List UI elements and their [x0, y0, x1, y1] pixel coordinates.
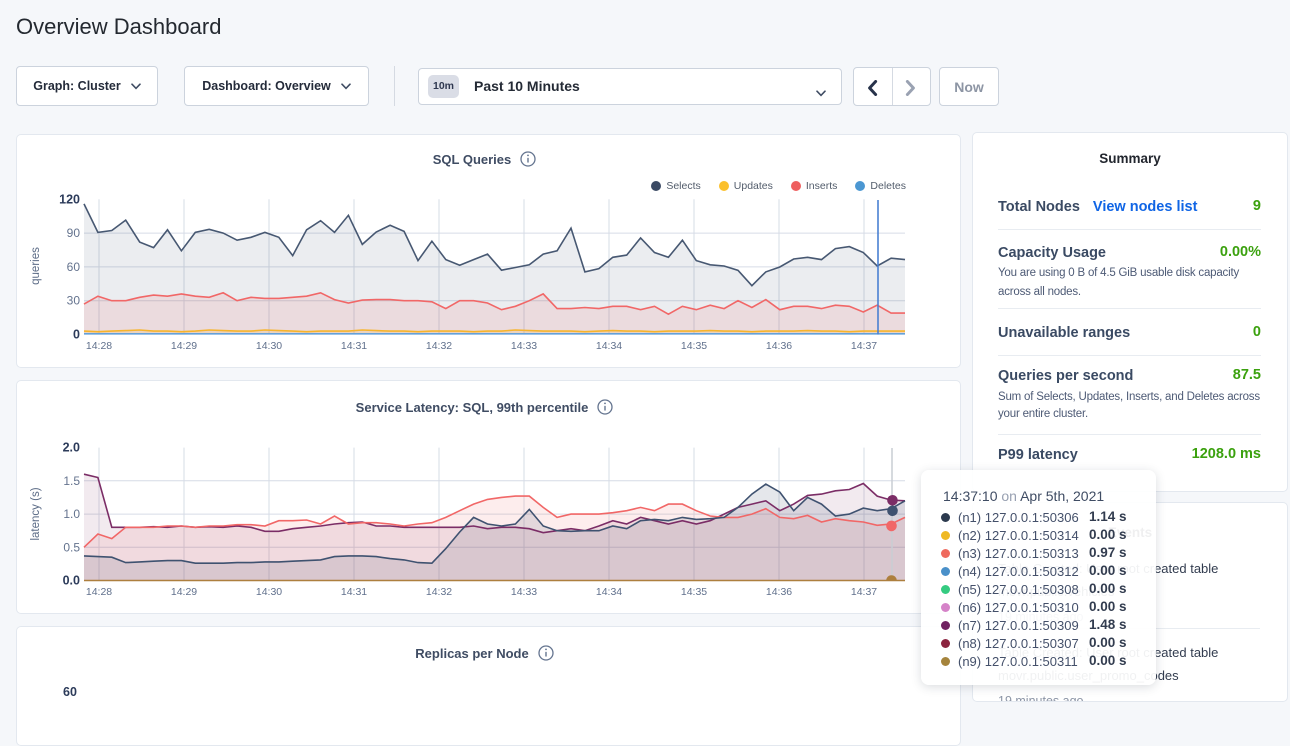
svg-text:14:35: 14:35 — [681, 340, 707, 352]
svg-text:30: 30 — [67, 294, 81, 308]
svg-text:2.0: 2.0 — [63, 441, 80, 455]
svg-text:14:30: 14:30 — [256, 340, 282, 352]
svg-text:queries: queries — [30, 247, 42, 285]
svg-text:14:33: 14:33 — [511, 586, 537, 598]
svg-text:60: 60 — [67, 260, 81, 274]
svg-text:14:36: 14:36 — [766, 586, 792, 598]
svg-text:14:37: 14:37 — [851, 340, 877, 352]
svg-text:14:34: 14:34 — [596, 340, 622, 352]
svg-text:14:33: 14:33 — [511, 340, 537, 352]
svg-text:1.0: 1.0 — [63, 507, 80, 521]
svg-text:14:35: 14:35 — [681, 586, 707, 598]
svg-text:14:30: 14:30 — [256, 586, 282, 598]
svg-text:14:29: 14:29 — [171, 340, 197, 352]
svg-text:90: 90 — [67, 226, 81, 240]
svg-text:0: 0 — [73, 328, 80, 342]
svg-text:14:31: 14:31 — [341, 586, 367, 598]
svg-text:0.5: 0.5 — [63, 540, 80, 554]
svg-text:14:29: 14:29 — [171, 586, 197, 598]
svg-text:14:28: 14:28 — [86, 340, 112, 352]
svg-text:120: 120 — [59, 192, 80, 206]
svg-text:0.0: 0.0 — [63, 574, 80, 588]
svg-text:14:28: 14:28 — [86, 586, 112, 598]
svg-text:14:37: 14:37 — [851, 586, 877, 598]
svg-text:14:36: 14:36 — [766, 340, 792, 352]
svg-text:14:32: 14:32 — [426, 586, 452, 598]
svg-text:1.5: 1.5 — [63, 474, 80, 488]
svg-text:14:31: 14:31 — [341, 340, 367, 352]
svg-text:14:32: 14:32 — [426, 340, 452, 352]
svg-text:latency (s): latency (s) — [30, 487, 42, 540]
svg-text:14:34: 14:34 — [596, 586, 622, 598]
